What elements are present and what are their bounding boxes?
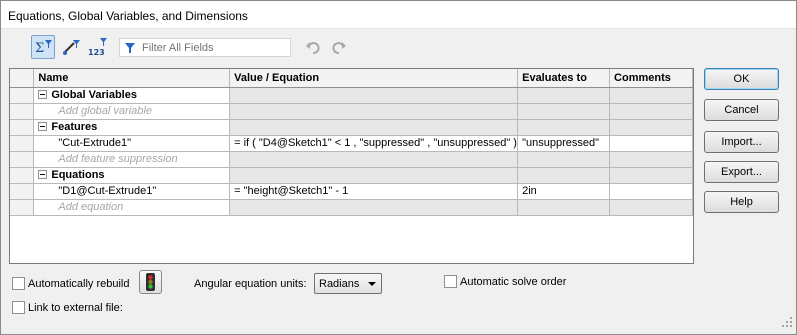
table-row[interactable]: "Cut-Extrude1" = if ( "D4@Sketch1" < 1 ,…: [10, 135, 693, 152]
value-cell: [229, 151, 519, 168]
column-header-name[interactable]: Name: [33, 69, 231, 88]
value-cell: [229, 103, 519, 120]
evaluates-cell: [517, 103, 611, 120]
comment-cell[interactable]: [609, 183, 693, 200]
dimension-view-icon[interactable]: 123: [87, 35, 111, 59]
section-header-features[interactable]: Features: [33, 119, 231, 136]
section-label: Features: [51, 121, 98, 133]
row-header[interactable]: [10, 87, 35, 104]
equations-grid: Name Value / Equation Evaluates to Comme…: [9, 68, 694, 264]
angular-units-label: Angular equation units:: [194, 278, 307, 290]
column-header-comments[interactable]: Comments: [609, 69, 693, 88]
row-header[interactable]: [10, 103, 35, 120]
auto-solve-order-label: Automatic solve order: [460, 276, 567, 288]
evaluates-cell: 2in: [517, 183, 611, 200]
add-row-equation[interactable]: Add equation: [10, 199, 693, 216]
evaluates-cell: [517, 87, 611, 104]
chevron-down-icon: [368, 282, 376, 286]
add-feature-suppression-cell[interactable]: Add feature suppression: [33, 151, 231, 168]
row-header[interactable]: [10, 199, 35, 216]
section-label: Global Variables: [51, 89, 137, 101]
add-row-feature-suppression[interactable]: Add feature suppression: [10, 151, 693, 168]
value-cell[interactable]: = "height@Sketch1" - 1: [229, 183, 519, 200]
add-row-global-variable[interactable]: Add global variable: [10, 103, 693, 120]
section-equations: Equations: [10, 167, 693, 184]
add-global-variable-cell[interactable]: Add global variable: [33, 103, 231, 120]
value-cell: [229, 167, 519, 184]
help-button[interactable]: Help: [704, 191, 779, 213]
evaluates-cell: [517, 151, 611, 168]
collapse-icon[interactable]: [38, 170, 48, 179]
corner-header: [10, 69, 35, 88]
row-header[interactable]: [10, 167, 35, 184]
link-external-checkbox[interactable]: [12, 301, 25, 314]
collapse-icon[interactable]: [38, 122, 48, 131]
redo-icon[interactable]: [327, 35, 351, 59]
column-header-value[interactable]: Value / Equation: [229, 69, 519, 88]
equation-view-icon[interactable]: Σ: [31, 35, 55, 59]
row-header[interactable]: [10, 183, 35, 200]
auto-rebuild-label: Automatically rebuild: [28, 278, 130, 290]
auto-solve-order-checkbox[interactable]: [444, 275, 457, 288]
column-header-evaluates[interactable]: Evaluates to: [517, 69, 611, 88]
cancel-button[interactable]: Cancel: [704, 99, 779, 121]
evaluates-cell: [517, 199, 611, 216]
toolbar: Σ 123: [29, 35, 359, 61]
equations-table: Name Value / Equation Evaluates to Comme…: [10, 69, 693, 216]
window-title: Equations, Global Variables, and Dimensi…: [8, 9, 248, 23]
comment-cell: [609, 199, 693, 216]
section-features: Features: [10, 119, 693, 136]
row-header[interactable]: [10, 151, 35, 168]
section-label: Equations: [51, 169, 105, 181]
value-cell: [229, 119, 519, 136]
svg-text:123: 123: [88, 48, 105, 57]
angular-units-select[interactable]: Radians: [314, 273, 382, 294]
comment-cell: [609, 167, 693, 184]
equations-dialog: Equations, Global Variables, and Dimensi…: [0, 0, 797, 335]
import-button[interactable]: Import...: [704, 131, 779, 153]
comment-cell: [609, 103, 693, 120]
export-button[interactable]: Export...: [704, 161, 779, 183]
table-row[interactable]: "D1@Cut-Extrude1" = "height@Sketch1" - 1…: [10, 183, 693, 200]
evaluates-cell: [517, 119, 611, 136]
value-cell[interactable]: = if ( "D4@Sketch1" < 1 , "suppressed" ,…: [229, 135, 519, 152]
undo-icon[interactable]: [301, 35, 325, 59]
evaluates-cell: [517, 167, 611, 184]
angular-units-value: Radians: [319, 278, 360, 290]
row-header[interactable]: [10, 135, 35, 152]
row-header[interactable]: [10, 119, 35, 136]
filter-input[interactable]: [140, 40, 288, 55]
comment-cell: [609, 151, 693, 168]
ok-button[interactable]: OK: [704, 68, 779, 90]
section-header-equations[interactable]: Equations: [33, 167, 231, 184]
section-header-global-variables[interactable]: Global Variables: [33, 87, 231, 104]
value-cell: [229, 87, 519, 104]
comment-cell[interactable]: [609, 135, 693, 152]
resize-grip-icon[interactable]: [781, 316, 793, 331]
svg-text:Σ: Σ: [35, 41, 44, 56]
name-cell[interactable]: "D1@Cut-Extrude1": [33, 183, 231, 200]
title-bar: Equations, Global Variables, and Dimensi…: [1, 1, 796, 29]
funnel-icon: [124, 42, 136, 57]
filter-field[interactable]: [119, 38, 291, 57]
comment-cell: [609, 119, 693, 136]
section-global-variables: Global Variables: [10, 87, 693, 104]
comment-cell: [609, 87, 693, 104]
value-cell: [229, 199, 519, 216]
collapse-icon[interactable]: [38, 90, 48, 99]
evaluates-cell: "unsuppressed": [517, 135, 611, 152]
link-external-label: Link to external file:: [28, 302, 123, 314]
auto-rebuild-checkbox[interactable]: [12, 277, 25, 290]
name-cell[interactable]: "Cut-Extrude1": [33, 135, 231, 152]
add-equation-cell[interactable]: Add equation: [33, 199, 231, 216]
traffic-light-icon[interactable]: [139, 270, 162, 294]
sketch-equation-view-icon[interactable]: [59, 35, 83, 59]
